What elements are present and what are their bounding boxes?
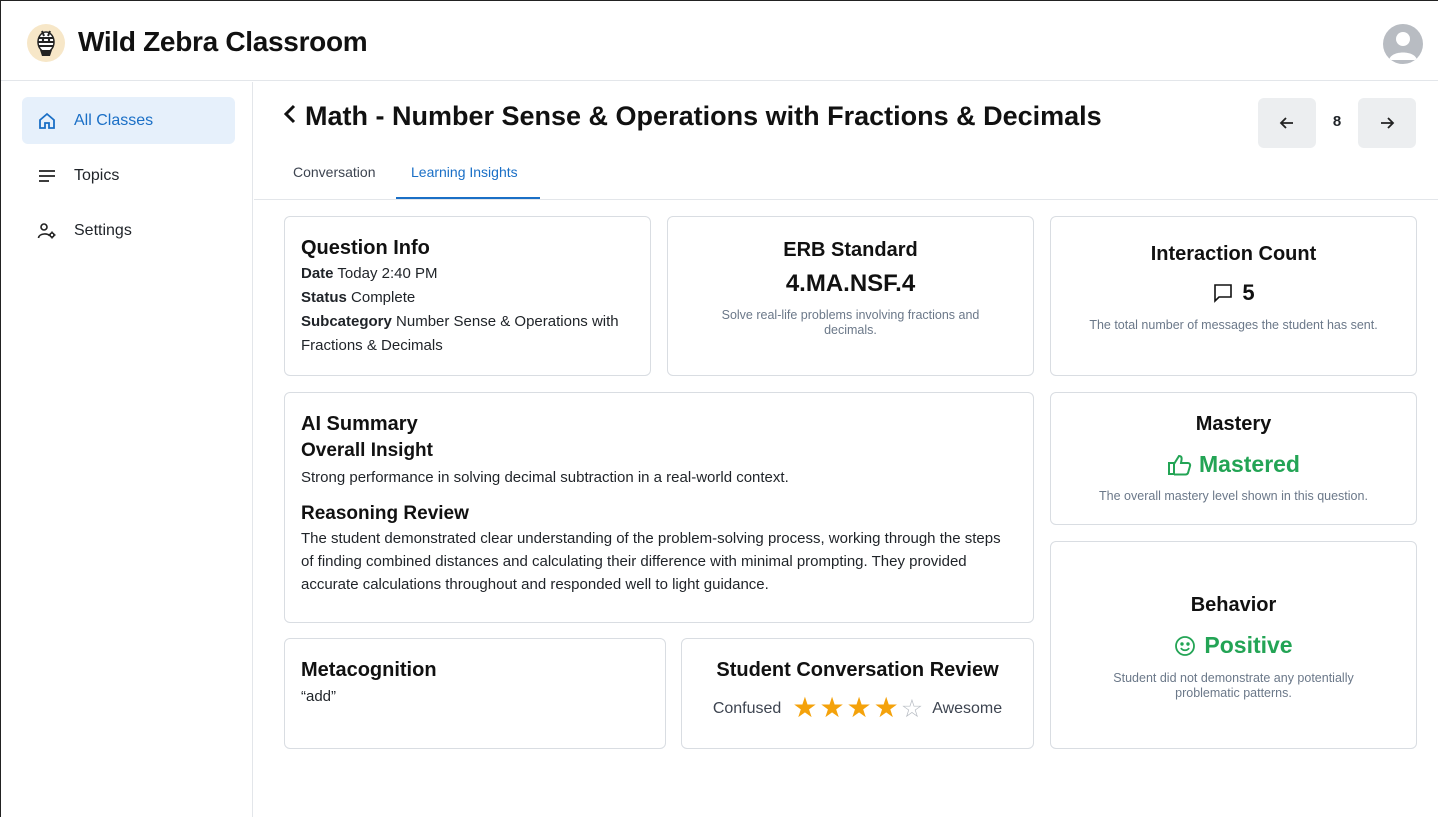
rating-row: Confused ★★★★☆ Awesome	[682, 692, 1033, 724]
interaction-count-value: 5	[1242, 280, 1255, 305]
message-icon	[1214, 284, 1233, 303]
overall-insight-heading: Overall Insight	[301, 440, 433, 461]
overall-insight-text: Strong performance in solving decimal su…	[301, 469, 789, 486]
page-title: Math - Number Sense & Operations with Fr…	[305, 101, 1102, 131]
conversation-review-card: Student Conversation Review Confused ★★★…	[681, 638, 1034, 749]
erb-code: 4.MA.NSF.4	[785, 270, 916, 297]
arrow-left-icon	[1279, 117, 1293, 129]
zebra-logo-icon	[27, 24, 65, 62]
subcategory-row: Subcategory Number Sense & Operations wi…	[301, 310, 634, 358]
home-icon	[36, 110, 58, 132]
card-heading: AI Summary	[301, 413, 418, 435]
metacognition-text: “add”	[301, 688, 337, 705]
card-heading: Behavior	[1190, 594, 1277, 616]
next-button[interactable]	[1358, 98, 1416, 148]
sidebar-item-label: All Classes	[74, 111, 154, 129]
page-title-row: Math - Number Sense & Operations with Fr…	[283, 101, 1102, 132]
behavior-card: Behavior Positive Student did not demons…	[1050, 541, 1417, 749]
behavior-description: Student did not demonstrate any potentia…	[1113, 671, 1354, 700]
mastery-value: Mastered	[1199, 451, 1300, 477]
mastery-description: The overall mastery level shown in this …	[1099, 489, 1368, 503]
star-filled-icon: ★	[846, 692, 872, 723]
erb-description: Solve real-life problems involving fract…	[721, 308, 980, 337]
card-heading: Student Conversation Review	[716, 659, 999, 681]
date-row: Date Today 2:40 PM	[301, 262, 634, 286]
card-heading: ERB Standard	[783, 239, 918, 261]
card-heading: Mastery	[1195, 413, 1272, 435]
metacognition-card: Metacognition “add”	[284, 638, 666, 749]
ai-summary-card: AI Summary Overall Insight Strong perfor…	[284, 392, 1034, 623]
reasoning-review-text: The student demonstrated clear understan…	[301, 530, 1001, 593]
tab-conversation[interactable]: Conversation	[293, 164, 376, 180]
thumbs-up-icon	[1168, 454, 1192, 475]
subcategory-label: Subcategory	[301, 313, 392, 330]
sidebar-item-label: Topics	[74, 166, 120, 184]
behavior-status: Positive	[1051, 632, 1416, 659]
star-rating: ★★★★☆	[791, 692, 924, 724]
status-label: Status	[301, 289, 347, 306]
previous-button[interactable]	[1258, 98, 1316, 148]
interaction-description: The total number of messages the student…	[1089, 318, 1378, 332]
card-heading: Interaction Count	[1150, 243, 1317, 265]
reasoning-review-heading: Reasoning Review	[301, 503, 469, 524]
behavior-value: Positive	[1204, 632, 1293, 658]
date-label: Date	[301, 265, 334, 282]
star-filled-icon: ★	[792, 692, 818, 723]
mastery-card: Mastery Mastered The overall mastery lev…	[1050, 392, 1417, 525]
interaction-count-card: Interaction Count 5 The total number of …	[1050, 216, 1417, 376]
sidebar-item-settings[interactable]: Settings	[22, 207, 235, 254]
rating-high-label: Awesome	[932, 699, 1003, 717]
star-filled-icon: ★	[873, 692, 899, 723]
status-row: Status Complete	[301, 286, 634, 310]
question-info-card: Question Info Date Today 2:40 PM Status …	[284, 216, 651, 376]
rating-low-label: Confused	[712, 699, 782, 717]
menu-lines-icon	[36, 165, 58, 187]
sidebar-item-topics[interactable]: Topics	[22, 152, 235, 199]
app-title: Wild Zebra Classroom	[78, 26, 368, 57]
back-chevron-icon[interactable]	[283, 101, 297, 132]
mastery-status: Mastered	[1051, 451, 1416, 478]
sidebar-item-label: Settings	[74, 221, 132, 239]
sidebar-item-all-classes[interactable]: All Classes	[22, 97, 235, 144]
smiley-icon	[1175, 635, 1196, 656]
user-settings-icon	[36, 220, 58, 242]
tab-learning-insights[interactable]: Learning Insights	[411, 164, 518, 180]
interaction-count: 5	[1051, 280, 1416, 306]
erb-standard-card: ERB Standard 4.MA.NSF.4 Solve real-life …	[667, 216, 1034, 376]
tab-divider	[254, 199, 1438, 200]
profile-avatar-icon[interactable]	[1383, 24, 1423, 64]
page-number: 8	[1332, 113, 1342, 130]
arrow-right-icon	[1381, 117, 1395, 129]
card-heading: Metacognition	[301, 659, 437, 681]
star-filled-icon: ★	[819, 692, 845, 723]
date-value: Today 2:40 PM	[337, 265, 438, 282]
card-heading: Question Info	[301, 237, 430, 259]
star-empty-icon: ☆	[900, 695, 924, 723]
status-value: Complete	[351, 289, 416, 306]
